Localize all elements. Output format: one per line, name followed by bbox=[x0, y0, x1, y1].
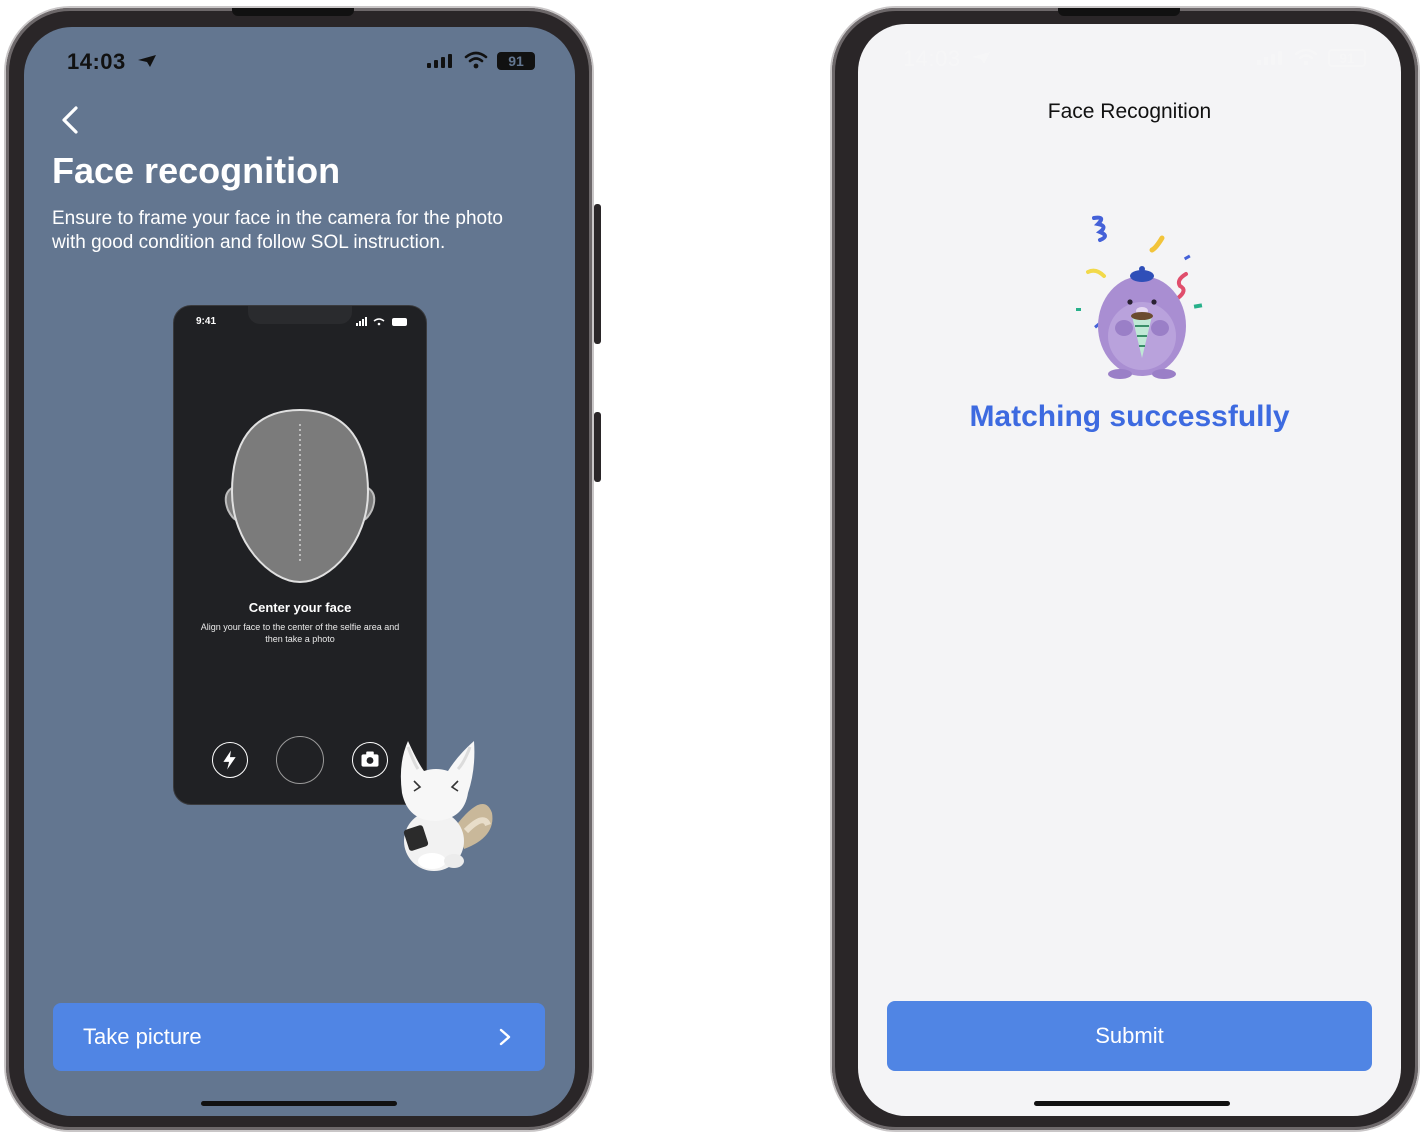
battery-level: 91 bbox=[1339, 50, 1355, 66]
take-picture-label: Take picture bbox=[83, 1024, 202, 1049]
illustration-subtext: Align your face to the center of the sel… bbox=[200, 622, 400, 644]
face-outline-icon bbox=[224, 408, 376, 584]
submit-label: Submit bbox=[1095, 1023, 1164, 1048]
wifi-icon bbox=[464, 51, 488, 69]
signal-icon bbox=[1257, 51, 1282, 65]
home-indicator[interactable] bbox=[201, 1101, 397, 1106]
illustration-notch bbox=[248, 306, 352, 324]
shutter-illustration bbox=[276, 736, 324, 784]
battery-icon: 91 bbox=[1328, 49, 1366, 67]
signal-icon bbox=[427, 54, 452, 68]
status-time: 14:03 bbox=[67, 49, 126, 74]
chevron-right-icon bbox=[499, 1028, 511, 1046]
phone-notch bbox=[1058, 8, 1180, 16]
battery-level: 91 bbox=[508, 53, 524, 69]
selfie-guide-illustration: 9:41 Center your face Align your face to… bbox=[173, 305, 427, 805]
page-title: Face recognition bbox=[52, 150, 341, 191]
match-result-screen: 14:03 91 Face Recognition Matching succe… bbox=[858, 24, 1401, 1116]
phone-frame-left: 14:03 91 Face recognition Ensure to fram… bbox=[6, 8, 601, 1130]
home-indicator[interactable] bbox=[1034, 1101, 1230, 1106]
celebration-mascot-image bbox=[1076, 215, 1203, 379]
illustration-status-icons bbox=[356, 317, 407, 326]
status-time: 14:03 bbox=[903, 46, 961, 71]
face-recognition-screen: 14:03 91 Face recognition Ensure to fram… bbox=[24, 27, 575, 1116]
submit-button[interactable]: Submit bbox=[887, 1001, 1372, 1071]
back-chevron-icon[interactable] bbox=[58, 105, 82, 135]
page-description: Ensure to frame your face in the camera … bbox=[52, 208, 503, 253]
illustration-time: 9:41 bbox=[196, 316, 217, 327]
fox-mascot-image bbox=[400, 741, 493, 871]
camera-switch-icon bbox=[352, 742, 388, 778]
location-arrow-icon bbox=[972, 52, 990, 64]
side-button bbox=[594, 412, 601, 482]
phone-frame-right: 14:03 91 Face Recognition Matching succe… bbox=[832, 8, 1418, 1130]
illustration-heading: Center your face bbox=[248, 600, 352, 615]
location-arrow-icon bbox=[138, 55, 156, 67]
side-button bbox=[594, 204, 601, 344]
phone-notch bbox=[232, 8, 354, 16]
battery-icon: 91 bbox=[497, 52, 535, 70]
status-bar: 14:03 91 bbox=[24, 27, 575, 87]
wifi-icon bbox=[1294, 48, 1318, 66]
take-picture-button[interactable]: Take picture bbox=[53, 1003, 545, 1071]
success-message: Matching successfully bbox=[969, 400, 1290, 433]
status-bar: 14:03 91 bbox=[858, 24, 1401, 84]
page-title: Face Recognition bbox=[1047, 100, 1212, 123]
flash-icon bbox=[212, 742, 248, 778]
